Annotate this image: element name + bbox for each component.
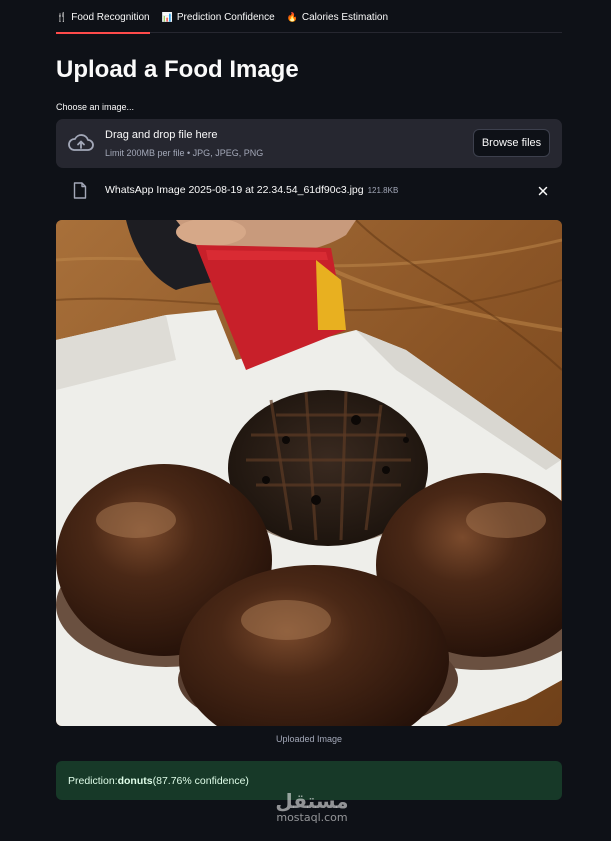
uploaded-file-item: WhatsApp Image 2025-08-19 at 22.34.54_61… bbox=[56, 176, 562, 206]
file-dropzone[interactable]: Drag and drop file here Limit 200MB per … bbox=[56, 119, 562, 168]
watermark-latin: mostaql.com bbox=[276, 811, 348, 824]
file-icon bbox=[73, 182, 87, 199]
bar-chart-icon: 📊 bbox=[161, 11, 173, 22]
tab-label: Food Recognition bbox=[71, 11, 150, 23]
watermark-logo: مستقل mostaql.com bbox=[262, 790, 362, 824]
dropzone-instruction: Drag and drop file here bbox=[105, 129, 218, 141]
cloud-upload-icon bbox=[68, 134, 94, 151]
tab-bar: 🍴 Food Recognition 📊 Prediction Confiden… bbox=[56, 0, 562, 34]
watermark-arabic: مستقل bbox=[275, 789, 349, 813]
file-name-text: WhatsApp Image 2025-08-19 at 22.34.54_61… bbox=[105, 184, 364, 196]
tab-label: Prediction Confidence bbox=[176, 11, 275, 23]
tab-calories-estimation[interactable]: 🔥 Calories Estimation bbox=[287, 0, 388, 33]
browse-files-button[interactable]: Browse files bbox=[473, 129, 550, 157]
uploader-label: Choose an image... bbox=[56, 102, 135, 112]
uploaded-image bbox=[56, 220, 562, 726]
donuts-photo bbox=[56, 220, 562, 726]
file-size: 121.8KB bbox=[367, 186, 399, 195]
fire-icon: 🔥 bbox=[286, 11, 298, 22]
prediction-prefix: Prediction: bbox=[68, 774, 118, 787]
tab-label: Calories Estimation bbox=[301, 11, 389, 23]
tab-food-recognition[interactable]: 🍴 Food Recognition bbox=[56, 0, 150, 34]
close-icon bbox=[538, 186, 548, 196]
page-title: Upload a Food Image bbox=[56, 56, 299, 83]
prediction-label: donuts bbox=[117, 774, 153, 787]
tab-prediction-confidence[interactable]: 📊 Prediction Confidence bbox=[162, 0, 275, 33]
image-caption: Uploaded Image bbox=[275, 734, 343, 744]
uploaded-file-name: WhatsApp Image 2025-08-19 at 22.34.54_61… bbox=[105, 184, 398, 196]
dropzone-limits: Limit 200MB per file • JPG, JPEG, PNG bbox=[105, 148, 264, 158]
prediction-confidence: (87.76% confidence) bbox=[152, 774, 249, 787]
remove-file-button[interactable] bbox=[536, 184, 550, 198]
fork-knife-icon: 🍴 bbox=[56, 11, 68, 22]
